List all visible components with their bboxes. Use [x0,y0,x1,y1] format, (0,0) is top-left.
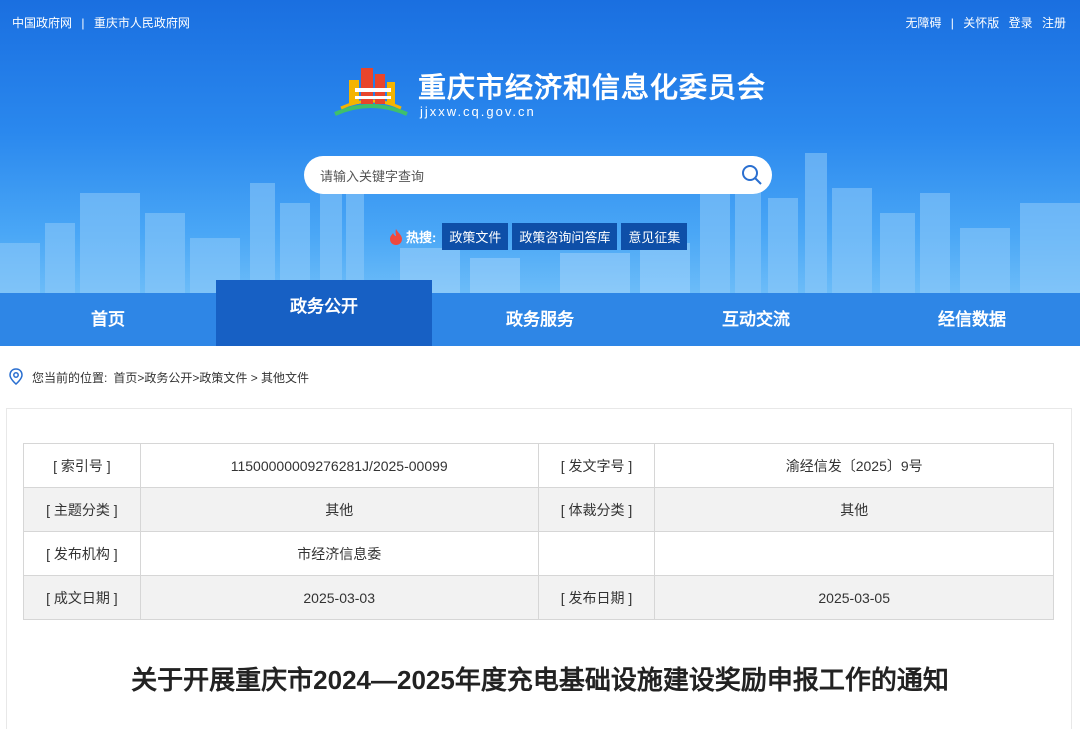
table-row: [ 发布机构 ] 市经济信息委 [23,531,1054,576]
meta-label: [ 主题分类 ] [23,487,141,532]
site-title: 重庆市经济和信息化委员会 [418,72,767,103]
breadcrumb-path[interactable]: 首页>政务公开>政策文件 > 其他文件 [113,369,309,386]
divider: | [81,16,85,30]
top-links: 中国政府网 | 重庆市人民政府网 [12,14,190,31]
accessibility-link[interactable]: 无障碍 [905,16,941,30]
hot-tag-policy-qa[interactable]: 政策咨询问答库 [512,223,618,250]
meta-value: 2025-03-05 [654,575,1054,620]
site-logo-icon [334,68,408,116]
search-input[interactable] [318,164,722,188]
header-banner: 中国政府网 | 重庆市人民政府网 无障碍 | 关怀版 登录 注册 重庆市经济和信… [0,0,1080,293]
meta-label: [ 发布日期 ] [537,575,656,620]
elderly-mode-link[interactable]: 关怀版 [963,16,999,30]
nav-home[interactable]: 首页 [0,293,216,346]
meta-value: 市经济信息委 [139,531,539,576]
search-bar [304,156,772,194]
site-url: jjxxw.cq.gov.cn [420,104,536,119]
breadcrumb-prefix: 您当前的位置: [32,370,108,385]
hot-tag-policy-docs[interactable]: 政策文件 [442,223,509,250]
link-gov-cn[interactable]: 中国政府网 [12,16,72,30]
meta-value: 其他 [654,487,1054,532]
hot-search-label: 热搜: [406,230,437,245]
nav-gov-affairs[interactable]: 政务公开 [216,280,432,346]
location-pin-icon [9,368,23,385]
main-nav: 首页 政务公开 政务服务 互动交流 经信数据 [0,280,1080,346]
link-cq-gov[interactable]: 重庆市人民政府网 [94,16,190,30]
meta-label: [ 成文日期 ] [23,575,141,620]
login-link[interactable]: 登录 [1009,16,1033,30]
nav-interaction[interactable]: 互动交流 [648,293,864,346]
meta-value: 渝经信发〔2025〕9号 [654,443,1054,488]
document-meta-table: [ 索引号 ] 11500000009276281J/2025-00099 [ … [23,443,1054,620]
nav-gov-affairs-label: 政务公开 [290,297,358,316]
nav-interaction-label: 互动交流 [722,310,790,329]
table-row: [ 成文日期 ] 2025-03-03 [ 发布日期 ] 2025-03-05 [23,575,1054,620]
nav-services[interactable]: 政务服务 [432,293,648,346]
nav-data-label: 经信数据 [938,310,1006,329]
meta-label: [ 体裁分类 ] [537,487,656,532]
nav-services-label: 政务服务 [506,310,574,329]
meta-value [654,531,1054,576]
meta-label [537,531,656,576]
meta-value: 2025-03-03 [139,575,539,620]
meta-value: 11500000009276281J/2025-00099 [139,443,539,488]
search-icon[interactable] [740,163,764,187]
meta-label: [ 索引号 ] [23,443,141,488]
nav-home-label: 首页 [91,310,125,329]
hot-search: 热搜: 政策文件 政策咨询问答库 意见征集 [388,223,691,250]
table-row: [ 主题分类 ] 其他 [ 体裁分类 ] 其他 [23,487,1054,532]
meta-label: [ 发文字号 ] [537,443,656,488]
meta-value: 其他 [139,487,539,532]
register-link[interactable]: 注册 [1042,16,1066,30]
document-title: 关于开展重庆市2024—2025年度充电基础设施建设奖励申报工作的通知 [131,665,949,695]
divider: | [950,16,954,30]
table-row: [ 索引号 ] 11500000009276281J/2025-00099 [ … [23,443,1054,488]
hot-tag-opinion[interactable]: 意见征集 [621,223,688,250]
breadcrumb: 您当前的位置: 首页>政务公开>政策文件 > 其他文件 [8,368,309,386]
top-right-links: 无障碍 | 关怀版 登录 注册 [899,14,1066,31]
nav-data[interactable]: 经信数据 [864,293,1080,346]
meta-label: [ 发布机构 ] [23,531,141,576]
fire-icon [390,228,402,245]
